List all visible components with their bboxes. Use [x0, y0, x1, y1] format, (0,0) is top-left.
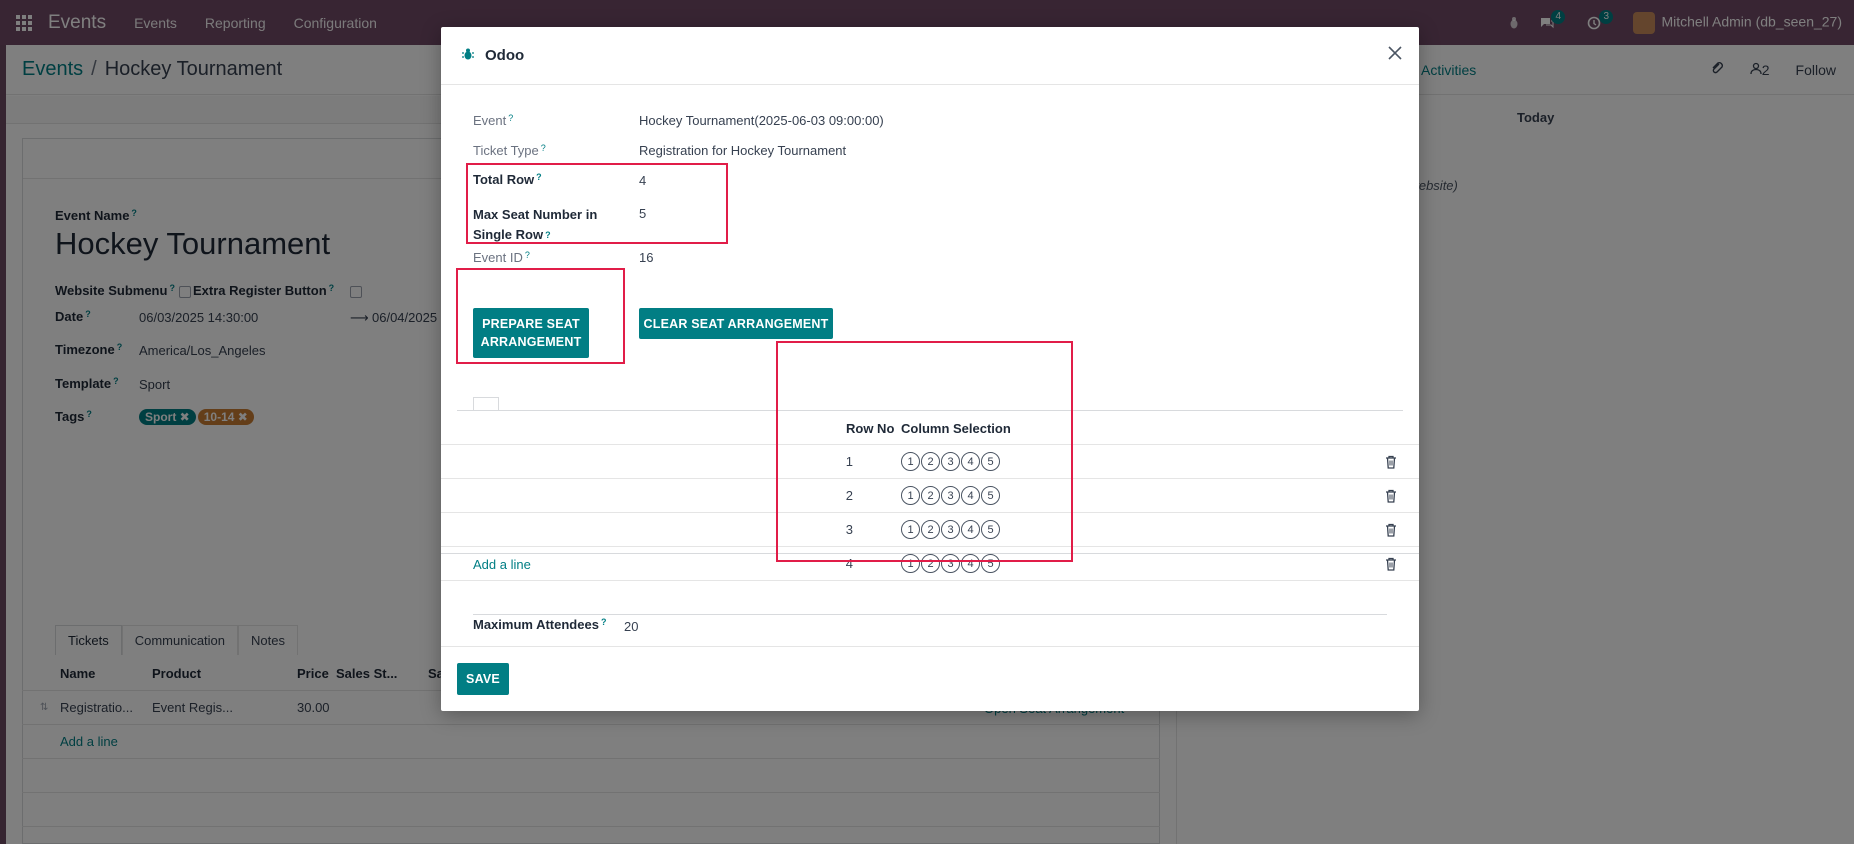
max-seat-label: Max Seat Number in Single Row? — [473, 207, 598, 242]
dialog-footer: SAVE — [441, 646, 1419, 711]
notebook-tab[interactable] — [473, 397, 499, 411]
seat-button[interactable]: 5 — [981, 520, 1000, 539]
seat-button[interactable]: 2 — [921, 554, 940, 573]
trash-icon[interactable] — [1385, 489, 1397, 503]
seat-button[interactable]: 1 — [901, 554, 920, 573]
trash-icon[interactable] — [1385, 455, 1397, 469]
max-attendees-label: Maximum Attendees? — [473, 617, 607, 632]
trash-icon[interactable] — [1385, 523, 1397, 537]
total-row-label: Total Row? — [473, 172, 542, 187]
max-attendees-value[interactable]: 20 — [624, 619, 638, 634]
table-row[interactable]: 1 1 2 3 4 5 — [441, 445, 1419, 479]
max-attendees-divider — [473, 614, 1387, 615]
save-button[interactable]: SAVE — [457, 663, 509, 695]
seat-button[interactable]: 3 — [941, 554, 960, 573]
seat-button[interactable]: 2 — [921, 486, 940, 505]
ticket-type-label: Ticket Type? — [473, 143, 546, 158]
seat-button[interactable]: 4 — [961, 554, 980, 573]
total-row-value[interactable]: 4 — [639, 173, 646, 188]
col-row-no[interactable]: Row No — [846, 421, 894, 436]
event-id-value: 16 — [639, 250, 654, 265]
col-column-selection[interactable]: Column Selection — [901, 421, 1011, 436]
ticket-type-value: Registration for Hockey Tournament — [639, 143, 847, 158]
seat-selector: 1 2 3 4 5 — [901, 486, 1000, 505]
seat-button[interactable]: 4 — [961, 486, 980, 505]
row-number: 1 — [845, 454, 853, 469]
seat-button[interactable]: 4 — [961, 520, 980, 539]
seat-button[interactable]: 2 — [921, 452, 940, 471]
seat-table-header: Row No Column Selection — [441, 411, 1419, 445]
event-value: Hockey Tournament(2025-06-03 09:00:00) — [639, 113, 884, 128]
seat-table-bottom — [441, 553, 1419, 554]
dialog-title: Odoo — [485, 47, 525, 64]
seat-button[interactable]: 3 — [941, 520, 960, 539]
bug-icon — [461, 47, 475, 64]
row-number: 2 — [845, 488, 853, 503]
seat-selector: 1 2 3 4 5 — [901, 554, 1000, 573]
seat-selector: 1 2 3 4 5 — [901, 520, 1000, 539]
seat-button[interactable]: 3 — [941, 452, 960, 471]
event-label: Event? — [473, 113, 514, 128]
seat-button[interactable]: 5 — [981, 486, 1000, 505]
seat-selector: 1 2 3 4 5 — [901, 452, 1000, 471]
table-row[interactable]: 3 1 2 3 4 5 — [441, 513, 1419, 547]
close-icon[interactable] — [1383, 41, 1407, 65]
trash-icon[interactable] — [1385, 557, 1397, 571]
dialog-header: Odoo — [441, 27, 1419, 85]
seat-arrangement-dialog: Odoo Event? Hockey Tournament(2025-06-03… — [441, 27, 1419, 711]
table-row[interactable]: 2 1 2 3 4 5 — [441, 479, 1419, 513]
seat-button[interactable]: 1 — [901, 520, 920, 539]
seat-button[interactable]: 4 — [961, 452, 980, 471]
row-number: 3 — [845, 522, 853, 537]
seat-button[interactable]: 5 — [981, 452, 1000, 471]
seat-button[interactable]: 5 — [981, 554, 1000, 573]
row-number: 4 — [845, 556, 853, 571]
add-seat-line[interactable]: Add a line — [473, 557, 531, 572]
seat-button[interactable]: 2 — [921, 520, 940, 539]
max-seat-value[interactable]: 5 — [639, 206, 646, 221]
clear-seat-arrangement-button[interactable]: CLEAR SEAT ARRANGEMENT — [639, 308, 833, 339]
seat-button[interactable]: 1 — [901, 486, 920, 505]
seat-button[interactable]: 1 — [901, 452, 920, 471]
event-id-label: Event ID? — [473, 250, 530, 265]
seat-button[interactable]: 3 — [941, 486, 960, 505]
prepare-seat-arrangement-button[interactable]: PREPARE SEAT ARRANGEMENT — [473, 308, 589, 358]
